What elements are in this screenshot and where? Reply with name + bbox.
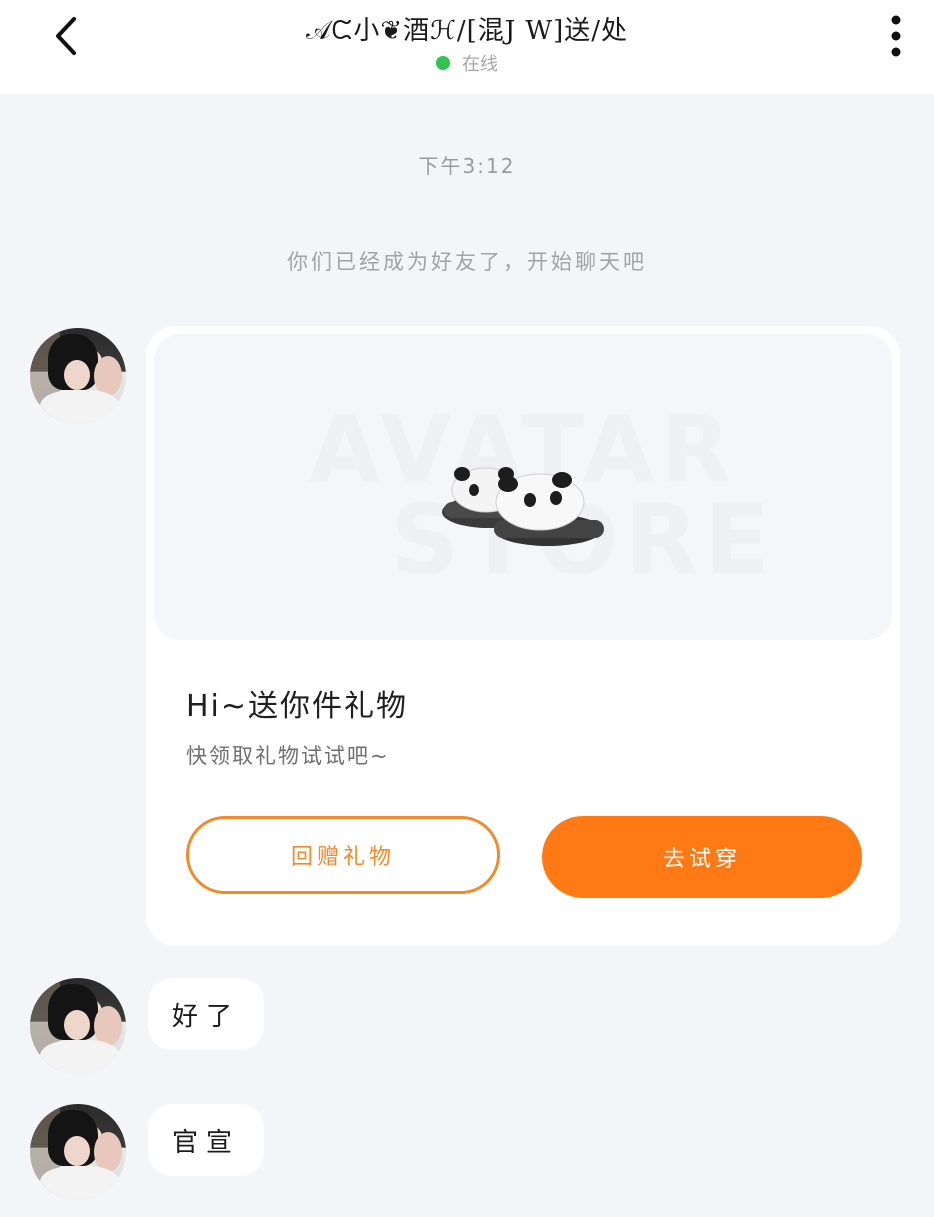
message-timestamp: 下午3:12 <box>418 154 516 178</box>
try-on-button[interactable]: 去试穿 <box>542 816 862 898</box>
online-status-text: 在线 <box>462 54 498 75</box>
more-options-button[interactable] <box>876 12 916 60</box>
chat-title: 𝒜ᙅ小❦酒ℋ/[混J W]送/处 <box>305 16 629 46</box>
panda-slippers-icon <box>442 467 604 546</box>
contact-avatar[interactable] <box>30 328 126 424</box>
return-gift-button[interactable]: 回赠礼物 <box>186 816 500 894</box>
gift-image: AVATAR STORE <box>154 334 892 640</box>
gift-subtitle: 快领取礼物试试吧~ <box>186 744 390 768</box>
message-bubble[interactable]: 官宣 <box>148 1104 265 1176</box>
vertical-ellipsis-icon <box>891 15 901 57</box>
system-notice: 你们已经成为好友了，开始聊天吧 <box>287 250 647 274</box>
contact-avatar[interactable] <box>30 1104 126 1200</box>
chat-header: 𝒜ᙅ小❦酒ℋ/[混J W]送/处 在线 <box>0 0 934 94</box>
gift-card[interactable]: AVATAR STORE Hi~送你件礼物 快领取礼物试试吧~ 回赠礼物 去试穿 <box>146 326 900 946</box>
contact-avatar[interactable] <box>30 978 126 1074</box>
gift-title: Hi~送你件礼物 <box>186 689 409 724</box>
online-status: 在线 <box>0 50 934 76</box>
online-dot-icon <box>436 56 450 70</box>
message-bubble[interactable]: 好了 <box>148 978 265 1050</box>
